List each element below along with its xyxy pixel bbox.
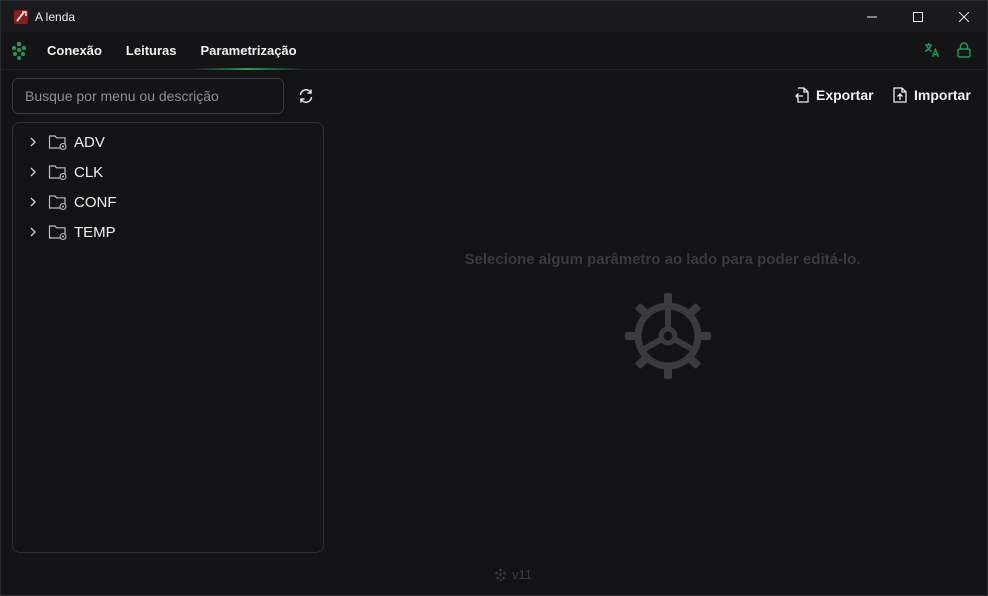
import-icon (893, 87, 907, 103)
export-button[interactable]: Exportar (795, 85, 874, 105)
export-label: Exportar (816, 87, 874, 103)
translate-icon[interactable] (923, 41, 941, 59)
tree-item-label: CLK (74, 163, 104, 181)
close-icon (959, 11, 969, 22)
close-button[interactable] (941, 1, 987, 32)
refresh-button[interactable] (295, 85, 317, 107)
main-tabs: Conexão Leituras Parametrização (35, 32, 309, 70)
refresh-icon (299, 89, 313, 103)
chevron-right-icon[interactable] (25, 224, 41, 240)
search-input[interactable] (13, 79, 283, 113)
folder-settings-icon (47, 222, 69, 242)
nav-bar: Conexão Leituras Parametrização (1, 32, 987, 70)
import-label: Importar (914, 87, 971, 103)
empty-state-message: Selecione algum parâmetro ao lado para p… (464, 251, 861, 268)
tab-parametrizacao[interactable]: Parametrização (188, 32, 308, 70)
tree-item-label: ADV (74, 133, 105, 151)
tree-item-clk[interactable]: CLK (25, 157, 103, 187)
nav-actions (923, 41, 973, 59)
tree-item-label: CONF (74, 193, 117, 211)
tab-leituras[interactable]: Leituras (114, 32, 189, 69)
minimize-icon (867, 16, 877, 17)
app-window: A lenda Conexão Leituras Parametrização … (0, 0, 988, 596)
window-controls (849, 1, 987, 32)
lock-icon[interactable] (955, 41, 973, 59)
chevron-right-icon[interactable] (25, 164, 41, 180)
import-button[interactable]: Importar (893, 85, 971, 105)
tab-conexao[interactable]: Conexão (35, 32, 114, 69)
folder-settings-icon (47, 162, 69, 182)
tree-item-conf[interactable]: CONF (25, 187, 117, 217)
chevron-right-icon[interactable] (25, 194, 41, 210)
version-indicator: v11 (494, 567, 532, 582)
folder-settings-icon (47, 192, 69, 212)
app-logo-icon (13, 9, 29, 25)
brand-logo-icon (10, 41, 28, 61)
menu-tree: ADV CLK CONF TEMP (12, 122, 324, 553)
chevron-right-icon[interactable] (25, 134, 41, 150)
tree-item-adv[interactable]: ADV (25, 127, 105, 157)
export-icon (795, 87, 809, 103)
title-bar: A lenda (1, 1, 987, 32)
tree-item-temp[interactable]: TEMP (25, 217, 116, 247)
search-field (12, 78, 284, 114)
window-title: A lenda (35, 9, 76, 24)
settings-gear-icon (623, 291, 713, 381)
maximize-icon (913, 11, 923, 22)
version-label: v11 (512, 567, 532, 582)
brand-logo-icon (495, 568, 506, 581)
folder-settings-icon (47, 132, 69, 152)
maximize-button[interactable] (895, 1, 941, 32)
tree-item-label: TEMP (74, 223, 116, 241)
minimize-button[interactable] (849, 1, 895, 32)
